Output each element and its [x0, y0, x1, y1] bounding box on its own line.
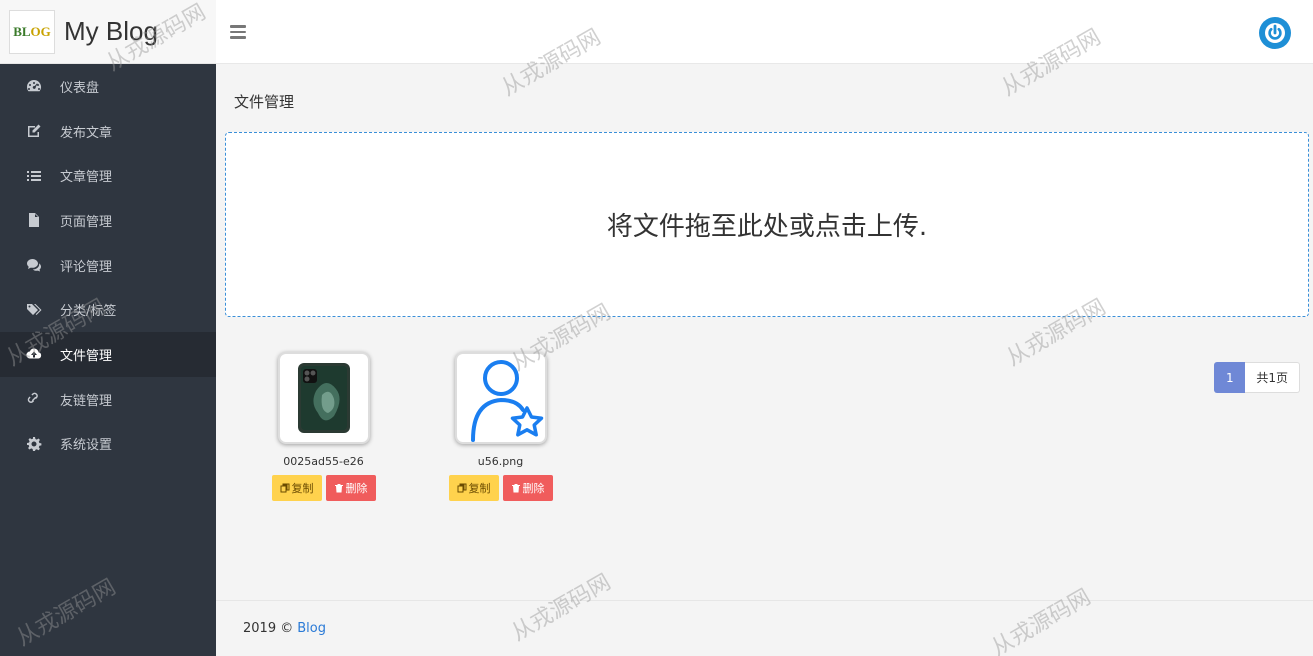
sidebar-item-label: 发布文章 [60, 125, 113, 141]
blog-logo: BL OG [9, 9, 55, 54]
sidebar-item-links[interactable]: 友链管理 [0, 377, 216, 422]
file-name: 0025ad55-e26 [283, 455, 364, 468]
sidebar-item-pages[interactable]: 页面管理 [0, 198, 216, 243]
delete-button[interactable]: 删除 [502, 475, 553, 501]
sidebar-item-label: 系统设置 [60, 438, 113, 454]
top-bar [216, 0, 1313, 64]
file-name: u56.png [477, 455, 524, 468]
copy-icon [280, 483, 289, 493]
sidebar-menu: 仪表盘 发布文章 文章管理 页面管理 评论管理 分类/标签 文件管理 友链管理 [0, 64, 216, 466]
hamburger-icon[interactable] [230, 25, 246, 39]
user-star-icon [470, 360, 543, 442]
page-1-button[interactable]: 1 [1214, 362, 1246, 393]
sidebar-item-label: 文件管理 [60, 348, 113, 364]
file-card: 0025ad55-e26 复制 删除 [266, 352, 381, 501]
delete-label: 删除 [522, 482, 545, 495]
file-card: u56.png 复制 删除 [443, 352, 558, 501]
main-content: 文件管理 将文件拖至此处或点击上传. 0025ad55-e26 复制 删除 u5… [216, 65, 1313, 600]
copy-label: 复制 [468, 482, 491, 495]
dropzone-text: 将文件拖至此处或点击上传. [606, 212, 928, 242]
sidebar-item-settings[interactable]: 系统设置 [0, 422, 216, 467]
sidebar-item-label: 分类/标签 [60, 304, 117, 320]
power-icon[interactable] [1259, 17, 1291, 49]
link-icon [24, 391, 44, 407]
page-title: 文件管理 [234, 93, 295, 111]
sidebar: BL OG My Blog 仪表盘 发布文章 文章管理 页面管理 评论管理 分类/… [0, 0, 216, 656]
brand[interactable]: BL OG My Blog [0, 0, 216, 64]
phone-image [297, 363, 350, 433]
gear-icon [24, 436, 44, 452]
copy-label: 复制 [291, 482, 314, 495]
pagination: 1 共1页 [1214, 362, 1300, 393]
file-icon [24, 212, 44, 228]
trash-icon [334, 484, 343, 493]
copy-icon [457, 483, 466, 493]
tags-icon [24, 302, 44, 318]
delete-label: 删除 [345, 482, 368, 495]
edit-icon [24, 123, 44, 139]
upload-dropzone[interactable]: 将文件拖至此处或点击上传. [225, 132, 1309, 317]
page-total: 共1页 [1245, 362, 1300, 393]
dashboard-icon [24, 78, 44, 94]
comments-icon [24, 257, 44, 273]
sidebar-item-label: 评论管理 [60, 259, 113, 275]
footer-blog-link[interactable]: Blog [297, 621, 326, 636]
file-thumbnail[interactable] [454, 352, 547, 444]
cloud-upload-icon [24, 346, 44, 362]
sidebar-item-label: 友链管理 [60, 393, 113, 409]
sidebar-item-files[interactable]: 文件管理 [0, 332, 216, 377]
file-actions: 复制 删除 [443, 475, 558, 501]
delete-button[interactable]: 删除 [325, 475, 376, 501]
logo-text-a: BL [13, 23, 31, 39]
file-actions: 复制 删除 [266, 475, 381, 501]
footer: 2019 © Blog [216, 600, 1313, 656]
sidebar-item-comments[interactable]: 评论管理 [0, 243, 216, 288]
sidebar-item-label: 仪表盘 [60, 80, 100, 96]
sidebar-item-publish[interactable]: 发布文章 [0, 109, 216, 154]
sidebar-item-tags[interactable]: 分类/标签 [0, 287, 216, 332]
sidebar-item-label: 文章管理 [60, 170, 113, 186]
copy-button[interactable]: 复制 [271, 475, 322, 501]
logo-text-b: OG [30, 23, 51, 39]
list-icon [24, 168, 44, 184]
brand-title: My Blog [64, 16, 158, 46]
sidebar-item-dashboard[interactable]: 仪表盘 [0, 64, 216, 109]
trash-icon [511, 484, 520, 493]
copy-button[interactable]: 复制 [448, 475, 499, 501]
sidebar-item-posts[interactable]: 文章管理 [0, 153, 216, 198]
sidebar-item-label: 页面管理 [60, 214, 113, 230]
footer-text: 2019 © [243, 621, 294, 636]
file-thumbnail[interactable] [277, 352, 370, 444]
